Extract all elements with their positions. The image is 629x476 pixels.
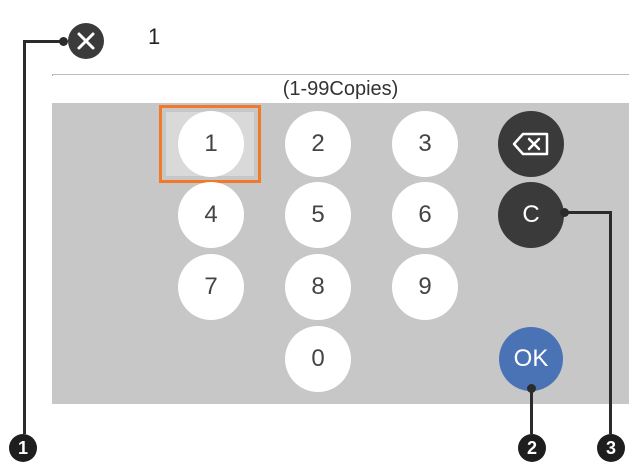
key-9[interactable]: 9 xyxy=(392,254,458,320)
key-8[interactable]: 8 xyxy=(285,254,351,320)
divider xyxy=(52,74,629,75)
key-3[interactable]: 3 xyxy=(392,111,458,177)
callout-3-badge: 3 xyxy=(597,434,625,462)
clear-button[interactable]: C xyxy=(498,182,564,248)
backspace-icon xyxy=(512,132,549,156)
callout-2-badge: 2 xyxy=(518,434,546,462)
close-button[interactable] xyxy=(68,23,104,59)
callout-3-line-h xyxy=(562,211,612,214)
key-7[interactable]: 7 xyxy=(178,254,244,320)
entry-header xyxy=(52,0,629,75)
key-2[interactable]: 2 xyxy=(285,111,351,177)
callout-1-line-h xyxy=(23,40,63,43)
backspace-button[interactable] xyxy=(498,111,564,177)
key-0[interactable]: 0 xyxy=(285,326,351,392)
key-5[interactable]: 5 xyxy=(285,182,351,248)
callout-1-badge: 1 xyxy=(9,434,37,462)
range-label: (1-99Copies) xyxy=(52,76,629,103)
ok-button[interactable]: OK xyxy=(499,327,563,391)
close-icon xyxy=(77,32,95,50)
key-4[interactable]: 4 xyxy=(178,182,244,248)
key-1[interactable]: 1 xyxy=(178,111,244,177)
copies-value-field[interactable]: 1 xyxy=(148,24,160,50)
key-6[interactable]: 6 xyxy=(392,182,458,248)
callout-1-line-v xyxy=(23,40,26,434)
callout-3-line-v xyxy=(609,211,612,434)
callout-2-line xyxy=(530,386,533,434)
